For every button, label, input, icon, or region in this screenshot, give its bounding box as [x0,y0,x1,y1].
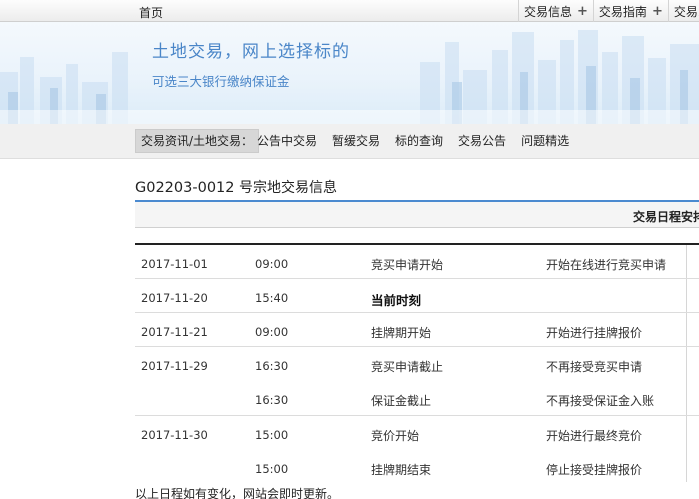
nav-item-label: 交易指南 [598,4,647,19]
row-time: 09:00 [255,257,289,271]
row-note: 不再接受保证金入账 [546,394,655,408]
row-event-current: 当前时刻 [371,293,422,308]
row-event: 竞价开始 [371,429,420,443]
row-note: 开始进行挂牌报价 [546,326,643,340]
banner-title: 土地交易，网上选择标的 [152,42,350,62]
nav-home-link[interactable]: 首页 [139,4,163,21]
row-event: 保证金截止 [371,394,432,408]
row-time: 15:40 [255,291,289,305]
page-title-suffix: 号宗地交易信息 [238,180,337,196]
nav-item-label: 交易信息 [524,4,573,19]
schedule-header-label: 交易日程安排 [633,210,699,224]
nav-item-label: 交易系 [673,4,699,19]
menu-item-lot-search[interactable]: 标的查询 [395,129,443,153]
footer-note: 以上日程如有变化，网站会即时更新。 [135,487,340,499]
row-event: 挂牌期开始 [371,326,432,340]
top-nav: 首页 交易信息 + 交易指南 + 交易系 [0,0,699,22]
row-time: 16:30 [255,393,289,407]
table-row: 2017-11-20 15:40 当前时刻 [135,279,699,313]
sub-nav: 交易资讯/土地交易： 公告中交易 暂缓交易 标的查询 交易公告 问题精选 [0,124,699,159]
row-note: 不再接受竞买申请 [546,360,643,374]
breadcrumb: 交易资讯/土地交易： [135,129,260,153]
top-nav-items: 交易信息 + 交易指南 + 交易系 [518,0,699,22]
row-time: 15:00 [255,428,289,442]
schedule-table: 2017-11-01 09:00 竞买申请开始 开始在线进行竞买申请 2017-… [135,245,699,485]
nav-item-trade-guide[interactable]: 交易指南 + [592,0,668,22]
row-time: 09:00 [255,325,289,339]
table-row: 2017-11-30 15:00 竞价开始 开始进行最终竞价 15:00 挂牌期… [135,416,699,485]
menu-item-announcements[interactable]: 交易公告 [458,129,506,153]
schedule-header: 交易日程安排 [135,202,699,228]
nav-item-trade-system[interactable]: 交易系 [667,0,699,22]
menu-item-in-progress[interactable]: 公告中交易 [257,129,317,153]
menu-item-faq[interactable]: 问题精选 [521,129,569,153]
plus-icon: + [577,3,588,19]
menu-item-suspended[interactable]: 暂缓交易 [332,129,380,153]
banner-subtitle: 可选三大银行缴纳保证金 [152,74,290,89]
row-time: 16:30 [255,359,289,373]
lot-code: G02203-0012 [135,180,235,196]
row-note: 开始在线进行竞买申请 [546,258,667,272]
nav-item-trade-info[interactable]: 交易信息 + [518,0,593,22]
plus-icon: + [651,3,663,19]
row-date: 2017-11-29 [141,359,208,373]
row-event: 竞买申请开始 [371,258,444,272]
sub-nav-menu: 公告中交易 暂缓交易 标的查询 交易公告 问题精选 [257,129,584,153]
row-event: 挂牌期结束 [371,463,432,477]
table-row: 2017-11-29 16:30 竞买申请截止 不再接受竞买申请 16:30 保… [135,347,699,416]
row-note: 停止接受挂牌报价 [546,463,643,477]
row-date: 2017-11-20 [141,291,208,305]
row-event: 竞买申请截止 [371,360,444,374]
row-date: 2017-11-30 [141,428,208,442]
page-title: G02203-0012 号宗地交易信息 [135,177,337,197]
table-row: 2017-11-21 09:00 挂牌期开始 开始进行挂牌报价 [135,313,699,347]
row-time: 15:00 [255,462,289,476]
row-date: 2017-11-01 [141,257,208,271]
row-date: 2017-11-21 [141,325,208,339]
table-row: 2017-11-01 09:00 竞买申请开始 开始在线进行竞买申请 [135,245,699,279]
row-note: 开始进行最终竞价 [546,429,643,443]
banner: 土地交易，网上选择标的 可选三大银行缴纳保证金 [0,22,699,124]
